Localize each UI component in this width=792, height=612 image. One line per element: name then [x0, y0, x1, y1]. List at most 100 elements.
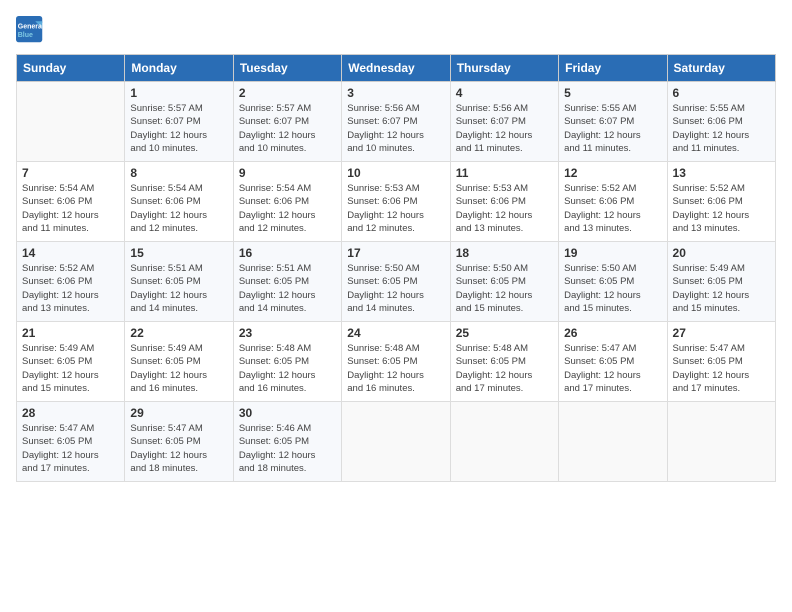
- svg-text:Blue: Blue: [18, 32, 33, 39]
- day-info: Sunrise: 5:47 AMSunset: 6:05 PMDaylight:…: [130, 422, 227, 475]
- day-number: 3: [347, 86, 444, 100]
- day-info: Sunrise: 5:55 AMSunset: 6:07 PMDaylight:…: [564, 102, 661, 155]
- day-number: 14: [22, 246, 119, 260]
- calendar-cell: 18 Sunrise: 5:50 AMSunset: 6:05 PMDayligh…: [450, 242, 558, 322]
- day-number: 25: [456, 326, 553, 340]
- calendar-cell: [342, 402, 450, 482]
- day-number: 4: [456, 86, 553, 100]
- day-number: 16: [239, 246, 336, 260]
- day-info: Sunrise: 5:47 AMSunset: 6:05 PMDaylight:…: [673, 342, 770, 395]
- day-number: 30: [239, 406, 336, 420]
- calendar-cell: 25 Sunrise: 5:48 AMSunset: 6:05 PMDayligh…: [450, 322, 558, 402]
- day-info: Sunrise: 5:50 AMSunset: 6:05 PMDaylight:…: [347, 262, 444, 315]
- calendar-cell: 3 Sunrise: 5:56 AMSunset: 6:07 PMDaylight…: [342, 82, 450, 162]
- day-number: 21: [22, 326, 119, 340]
- calendar-week-row: 21 Sunrise: 5:49 AMSunset: 6:05 PMDayligh…: [17, 322, 776, 402]
- weekday-header-saturday: Saturday: [667, 55, 775, 82]
- calendar-cell: 28Sunrise: 5:47 AMSunset: 6:05 PMDayligh…: [17, 402, 125, 482]
- weekday-header-tuesday: Tuesday: [233, 55, 341, 82]
- calendar-cell: 21 Sunrise: 5:49 AMSunset: 6:05 PMDayligh…: [17, 322, 125, 402]
- calendar-week-row: 28 Sunrise: 5:47 AMSunset: 6:05 PMDayligh…: [17, 402, 776, 482]
- calendar-table: SundayMondayTuesdayWednesdayThursdayFrid…: [16, 54, 776, 482]
- calendar-cell: 17Sunrise: 5:50 AMSunset: 6:05 PMDayligh…: [342, 242, 450, 322]
- day-info: Sunrise: 5:49 AMSunset: 6:05 PMDaylight:…: [673, 262, 770, 315]
- day-number: 2: [239, 86, 336, 100]
- day-info: Sunrise: 5:51 AMSunset: 6:05 PMDaylight:…: [239, 262, 336, 315]
- day-number: 5: [564, 86, 661, 100]
- day-info: Sunrise: 5:52 AMSunset: 6:06 PMDaylight:…: [22, 262, 119, 315]
- day-info: Sunrise: 5:48 AMSunset: 6:05 PMDaylight:…: [456, 342, 553, 395]
- weekday-header-sunday: Sunday: [17, 55, 125, 82]
- day-info: Sunrise: 5:56 AMSunset: 6:07 PMDaylight:…: [456, 102, 553, 155]
- day-number: 24: [347, 326, 444, 340]
- day-number: 13: [673, 166, 770, 180]
- day-info: Sunrise: 5:57 AMSunset: 6:07 PMDaylight:…: [130, 102, 227, 155]
- calendar-cell: 15 Sunrise: 5:51 AMSunset: 6:05 PMDayligh…: [125, 242, 233, 322]
- day-number: 26: [564, 326, 661, 340]
- calendar-cell: 19Sunrise: 5:50 AMSunset: 6:05 PMDayligh…: [559, 242, 667, 322]
- weekday-header-thursday: Thursday: [450, 55, 558, 82]
- day-number: 6: [673, 86, 770, 100]
- day-info: Sunrise: 5:52 AMSunset: 6:06 PMDaylight:…: [673, 182, 770, 235]
- day-info: Sunrise: 5:51 AMSunset: 6:05 PMDaylight:…: [130, 262, 227, 315]
- calendar-cell: 5 Sunrise: 5:55 AMSunset: 6:07 PMDaylight…: [559, 82, 667, 162]
- day-info: Sunrise: 5:50 AMSunset: 6:05 PMDaylight:…: [456, 262, 553, 315]
- logo-icon: General Blue: [16, 16, 44, 44]
- calendar-cell: 20 Sunrise: 5:49 AMSunset: 6:05 PMDayligh…: [667, 242, 775, 322]
- day-info: Sunrise: 5:54 AMSunset: 6:06 PMDaylight:…: [130, 182, 227, 235]
- day-number: 20: [673, 246, 770, 260]
- day-number: 18: [456, 246, 553, 260]
- day-info: Sunrise: 5:47 AMSunset: 6:05 PMDaylight:…: [564, 342, 661, 395]
- day-number: 7: [22, 166, 119, 180]
- weekday-header-wednesday: Wednesday: [342, 55, 450, 82]
- day-number: 15: [130, 246, 227, 260]
- day-number: 19: [564, 246, 661, 260]
- calendar-cell: 24 Sunrise: 5:48 AMSunset: 6:05 PMDayligh…: [342, 322, 450, 402]
- day-number: 28: [22, 406, 119, 420]
- calendar-cell: 26 Sunrise: 5:47 AMSunset: 6:05 PMDayligh…: [559, 322, 667, 402]
- day-info: Sunrise: 5:49 AMSunset: 6:05 PMDaylight:…: [130, 342, 227, 395]
- calendar-cell: 16 Sunrise: 5:51 AMSunset: 6:05 PMDayligh…: [233, 242, 341, 322]
- day-info: Sunrise: 5:55 AMSunset: 6:06 PMDaylight:…: [673, 102, 770, 155]
- calendar-cell: 7 Sunrise: 5:54 AMSunset: 6:06 PMDaylight…: [17, 162, 125, 242]
- day-number: 11: [456, 166, 553, 180]
- day-info: Sunrise: 5:54 AMSunset: 6:06 PMDaylight:…: [239, 182, 336, 235]
- calendar-cell: [17, 82, 125, 162]
- calendar-cell: [559, 402, 667, 482]
- calendar-cell: 30Sunrise: 5:46 AMSunset: 6:05 PMDayligh…: [233, 402, 341, 482]
- svg-text:General: General: [18, 23, 44, 30]
- calendar-cell: 13 Sunrise: 5:52 AMSunset: 6:06 PMDayligh…: [667, 162, 775, 242]
- page-header: General Blue: [16, 16, 776, 44]
- day-number: 27: [673, 326, 770, 340]
- calendar-week-row: 14 Sunrise: 5:52 AMSunset: 6:06 PMDayligh…: [17, 242, 776, 322]
- weekday-header-monday: Monday: [125, 55, 233, 82]
- weekday-header-friday: Friday: [559, 55, 667, 82]
- calendar-cell: 12Sunrise: 5:52 AMSunset: 6:06 PMDayligh…: [559, 162, 667, 242]
- day-info: Sunrise: 5:53 AMSunset: 6:06 PMDaylight:…: [456, 182, 553, 235]
- calendar-week-row: 1 Sunrise: 5:57 AMSunset: 6:07 PMDaylight…: [17, 82, 776, 162]
- day-number: 23: [239, 326, 336, 340]
- day-number: 12: [564, 166, 661, 180]
- weekday-header-row: SundayMondayTuesdayWednesdayThursdayFrid…: [17, 55, 776, 82]
- calendar-cell: [667, 402, 775, 482]
- calendar-cell: 29Sunrise: 5:47 AMSunset: 6:05 PMDayligh…: [125, 402, 233, 482]
- day-number: 8: [130, 166, 227, 180]
- day-info: Sunrise: 5:57 AMSunset: 6:07 PMDaylight:…: [239, 102, 336, 155]
- day-info: Sunrise: 5:53 AMSunset: 6:06 PMDaylight:…: [347, 182, 444, 235]
- day-info: Sunrise: 5:49 AMSunset: 6:05 PMDaylight:…: [22, 342, 119, 395]
- day-info: Sunrise: 5:48 AMSunset: 6:05 PMDaylight:…: [239, 342, 336, 395]
- calendar-cell: 27 Sunrise: 5:47 AMSunset: 6:05 PMDayligh…: [667, 322, 775, 402]
- day-info: Sunrise: 5:48 AMSunset: 6:05 PMDaylight:…: [347, 342, 444, 395]
- day-info: Sunrise: 5:54 AMSunset: 6:06 PMDaylight:…: [22, 182, 119, 235]
- calendar-cell: 8 Sunrise: 5:54 AMSunset: 6:06 PMDaylight…: [125, 162, 233, 242]
- calendar-cell: 4 Sunrise: 5:56 AMSunset: 6:07 PMDaylight…: [450, 82, 558, 162]
- day-number: 10: [347, 166, 444, 180]
- calendar-cell: 23 Sunrise: 5:48 AMSunset: 6:05 PMDayligh…: [233, 322, 341, 402]
- day-number: 22: [130, 326, 227, 340]
- logo: General Blue: [16, 16, 44, 44]
- day-number: 1: [130, 86, 227, 100]
- calendar-cell: 11 Sunrise: 5:53 AMSunset: 6:06 PMDayligh…: [450, 162, 558, 242]
- calendar-cell: 14 Sunrise: 5:52 AMSunset: 6:06 PMDayligh…: [17, 242, 125, 322]
- day-info: Sunrise: 5:56 AMSunset: 6:07 PMDaylight:…: [347, 102, 444, 155]
- calendar-cell: [450, 402, 558, 482]
